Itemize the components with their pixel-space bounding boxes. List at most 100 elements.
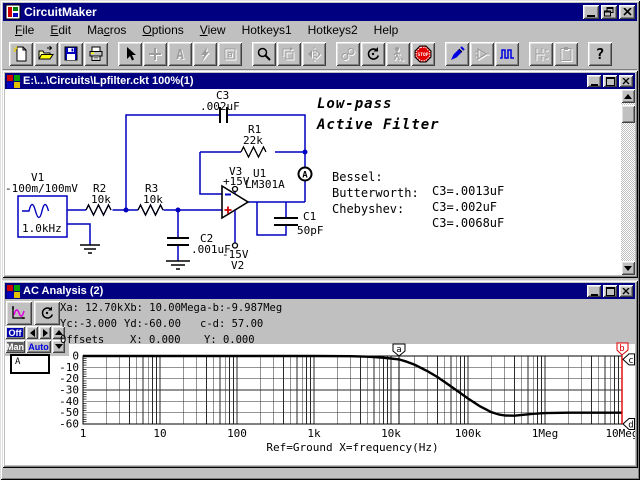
scope-probes-button[interactable] <box>336 42 360 66</box>
opamp-icon <box>474 46 490 62</box>
help-icon: ? <box>592 46 608 62</box>
svg-text:10k: 10k <box>143 193 163 206</box>
pointer-arrow-icon <box>122 46 138 62</box>
minimize-icon <box>587 15 595 17</box>
circuit-close-button[interactable] <box>619 75 633 87</box>
stop-sign-icon: STOP <box>414 45 432 63</box>
ac-titlebar[interactable]: AC Analysis (2) <box>5 283 635 299</box>
readout-xa: Xa: 12.70k <box>60 302 123 314</box>
svg-text:A: A <box>176 48 184 62</box>
mirror-button[interactable] <box>302 42 326 66</box>
print-button[interactable] <box>84 42 108 66</box>
svg-text:a: a <box>227 50 232 60</box>
annotation-title-line2: Active Filter <box>317 115 440 136</box>
circuit-vscrollbar[interactable] <box>621 89 635 275</box>
x-tick-label: 1k <box>307 427 321 440</box>
circuit-titlebar[interactable]: E:\...\Circuits\Lpfilter.ckt 100%(1) <box>5 73 635 89</box>
close-button[interactable] <box>619 5 635 19</box>
rerun-analysis-button[interactable] <box>34 301 60 325</box>
scroll-thumb[interactable] <box>621 105 635 123</box>
help-button[interactable]: ? <box>588 42 612 66</box>
save-button[interactable] <box>59 42 83 66</box>
menu-item-hotkeys2[interactable]: Hotkeys2 <box>300 22 366 38</box>
select-pointer-button[interactable] <box>118 42 142 66</box>
ac-close-button[interactable] <box>619 285 633 297</box>
capacitor-c2 <box>167 238 189 245</box>
maximize-icon <box>606 287 615 296</box>
ac-maximize-button[interactable] <box>603 285 617 297</box>
restore-icon <box>604 7 614 17</box>
left-arrow-icon <box>30 329 35 337</box>
menu-item-options[interactable]: Options <box>134 22 191 38</box>
minimize-button[interactable] <box>583 5 599 19</box>
menu-item-help[interactable]: Help <box>366 22 407 38</box>
rotate-button[interactable] <box>277 42 301 66</box>
svg-text:C1: C1 <box>303 210 316 223</box>
new-file-icon <box>13 46 29 62</box>
circuit-maximize-button[interactable] <box>603 75 617 87</box>
menu-bar: FileEditMacrosOptionsViewHotkeys1Hotkeys… <box>3 21 637 39</box>
run-analog-button[interactable] <box>470 42 494 66</box>
cursor-c[interactable]: c <box>623 354 635 366</box>
x-tick-label: 10k <box>381 427 401 440</box>
clipboard-button[interactable] <box>554 42 578 66</box>
main-titlebar[interactable]: CircuitMaker <box>3 3 637 21</box>
menu-item-macros[interactable]: Macros <box>79 22 134 38</box>
step-button[interactable] <box>386 42 410 66</box>
probe-icon <box>449 46 465 62</box>
wire-tool-button[interactable] <box>143 42 167 66</box>
lightning-icon <box>197 46 213 62</box>
scroll-up-icon <box>624 94 632 99</box>
new-file-button[interactable] <box>9 42 33 66</box>
svg-text:22k: 22k <box>243 134 263 147</box>
ac-minimize-button[interactable] <box>587 285 601 297</box>
readout-cd: c-d: 57.00 <box>200 318 263 330</box>
circuit-minimize-button[interactable] <box>587 75 601 87</box>
x-tick-label: 1 <box>80 427 87 440</box>
axis-labels: 0-10-20-30-40-50-601101001k10k100k1Meg10… <box>59 350 635 455</box>
open-file-button[interactable] <box>34 42 58 66</box>
cursors-off-button[interactable]: Off <box>5 326 25 339</box>
restore-button[interactable] <box>601 5 617 19</box>
stop-button[interactable]: STOP <box>411 42 435 66</box>
menu-item-file[interactable]: File <box>7 22 42 38</box>
probes-icon <box>340 46 356 62</box>
menu-item-edit[interactable]: Edit <box>42 22 79 38</box>
cursor-right-button[interactable] <box>39 326 51 339</box>
text-tool-button[interactable]: A <box>168 42 192 66</box>
probe-marker[interactable]: A <box>299 168 312 181</box>
probe-label: A <box>302 171 308 181</box>
bode-plot[interactable]: 0-10-20-30-40-50-601101001k10k100k1Meg10… <box>5 342 635 464</box>
square-wave-icon <box>499 46 515 62</box>
menu-item-view[interactable]: View <box>192 22 234 38</box>
reset-arrow-icon <box>365 46 381 62</box>
cursor-left-button[interactable] <box>26 326 38 339</box>
macro-tool-button[interactable]: a <box>218 42 242 66</box>
schematic-canvas[interactable]: A C3 .002uF R1 22k V3 +15V U1 LM301A R2 … <box>5 89 635 275</box>
app-title: CircuitMaker <box>24 5 97 19</box>
readout-ab: a-b:-9.987Meg <box>200 302 282 314</box>
waveform-setup-button[interactable] <box>6 301 32 325</box>
app-window: CircuitMaker FileEditMacrosOptionsViewHo… <box>0 0 640 480</box>
x-tick-label: 1Meg <box>532 427 559 440</box>
ground-symbols <box>80 245 190 269</box>
close-icon <box>623 8 632 16</box>
zoom-tool-button[interactable] <box>252 42 276 66</box>
readout-xb: Xb: 10.00Meg <box>124 302 200 314</box>
run-digital-button[interactable] <box>495 42 519 66</box>
reset-button[interactable] <box>361 42 385 66</box>
x-axis-label: Ref=Ground X=frequency(Hz) <box>266 441 438 454</box>
probe-tool-button[interactable] <box>445 42 469 66</box>
menu-item-hotkeys1[interactable]: Hotkeys1 <box>234 22 300 38</box>
x-tick-label: 10 <box>153 427 166 440</box>
scroll-down-button[interactable] <box>621 261 635 275</box>
delete-tool-button[interactable] <box>193 42 217 66</box>
scroll-up-button[interactable] <box>621 89 635 103</box>
trace-button[interactable] <box>529 42 553 66</box>
svg-text:10k: 10k <box>91 193 111 206</box>
circuit-window: E:\...\Circuits\Lpfilter.ckt 100%(1) <box>2 70 638 278</box>
close-icon <box>622 288 630 295</box>
resistor-r2 <box>86 205 111 215</box>
minimize-icon <box>591 84 598 86</box>
y-tick-label: -60 <box>59 418 79 431</box>
